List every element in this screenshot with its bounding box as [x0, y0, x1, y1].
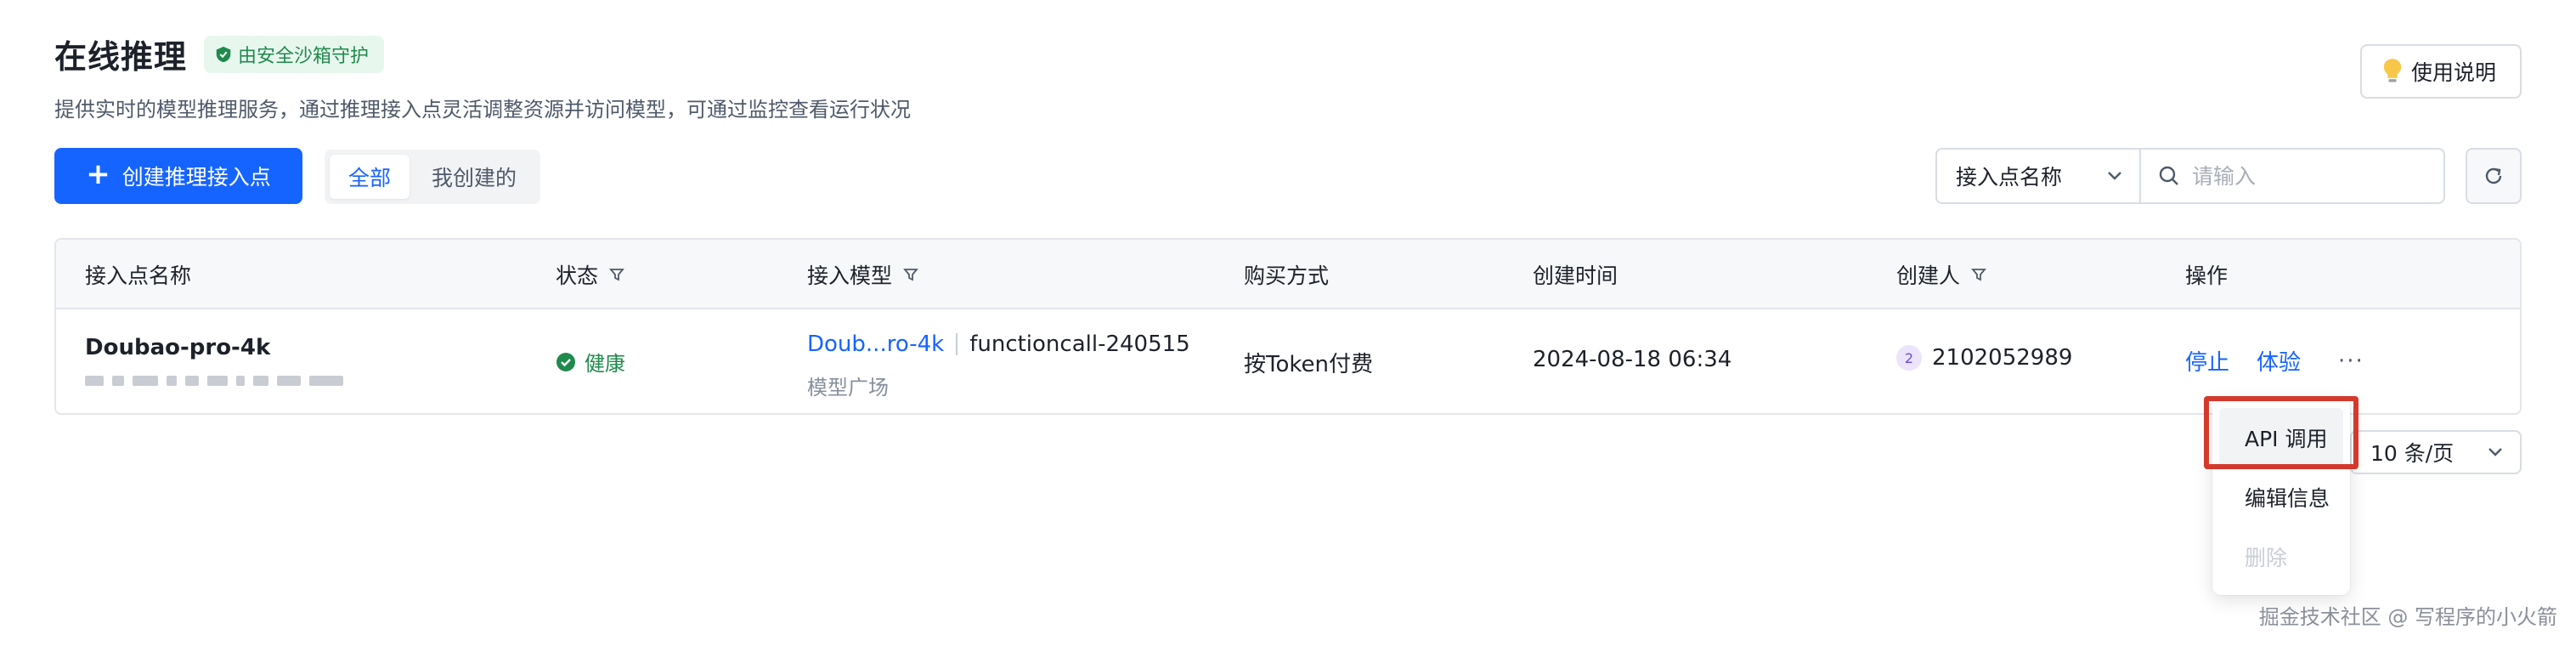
column-header-label: 创建人	[1896, 264, 1961, 288]
page-size-select[interactable]: 10 条/页	[2350, 430, 2522, 474]
menu-item-edit-info[interactable]: 编辑信息	[2219, 468, 2343, 527]
column-header-label: 状态	[556, 264, 599, 288]
scope-tabs: 全部 我创建的	[325, 150, 541, 204]
column-header-actions: 操作	[2185, 240, 2228, 309]
filter-field-value: 接入点名称	[1956, 165, 2063, 190]
column-header-purchase: 购买方式	[1244, 240, 1329, 309]
tab-all[interactable]: 全部	[330, 155, 410, 199]
model-source: 模型广场	[807, 376, 889, 400]
menu-item-delete: 删除	[2245, 546, 2288, 570]
check-circle-icon	[556, 352, 575, 371]
column-header-label: 接入点名称	[85, 264, 192, 288]
model-version: functioncall-240515	[969, 332, 1190, 357]
sandbox-badge: 由安全沙箱守护	[204, 35, 385, 73]
endpoint-id-redacted	[85, 374, 374, 388]
model-line: Doub...ro-4k functioncall-240515	[807, 332, 1190, 357]
shield-icon	[216, 46, 231, 62]
filter-icon[interactable]	[902, 266, 919, 283]
chevron-down-icon	[2108, 172, 2121, 180]
column-header-label: 购买方式	[1244, 264, 1330, 288]
more-actions-menu: API 调用 编辑信息 删除	[2212, 398, 2350, 595]
table-row: Doubao-pro-4k 健康 Doub...ro-4k functionca…	[56, 309, 2520, 413]
column-header-creator: 创建人	[1896, 240, 1987, 309]
filter-icon[interactable]	[1970, 266, 1987, 283]
model-link[interactable]: Doub...ro-4k	[807, 332, 944, 357]
filter-field-select[interactable]: 接入点名称	[1937, 150, 2141, 202]
create-endpoint-label: 创建推理接入点	[121, 165, 271, 190]
title-row: 在线推理 由安全沙箱守护	[54, 31, 911, 77]
column-header-label: 接入模型	[807, 264, 893, 288]
page-size-value: 10 条/页	[2370, 441, 2455, 466]
help-button[interactable]: 使用说明	[2359, 44, 2522, 99]
help-button-label: 使用说明	[2410, 60, 2496, 85]
column-header-label: 创建时间	[1533, 264, 1618, 288]
row-actions: 停止 体验 ···	[2185, 345, 2364, 377]
stop-button[interactable]: 停止	[2185, 345, 2229, 377]
avatar: 2	[1896, 345, 1922, 371]
lightbulb-icon	[2383, 59, 2402, 82]
column-header-status: 状态	[556, 240, 625, 309]
refresh-button[interactable]	[2466, 148, 2522, 204]
create-endpoint-button[interactable]: + 创建推理接入点	[54, 148, 302, 204]
search-input[interactable]	[2192, 163, 2413, 189]
page-header: 在线推理 由安全沙箱守护 提供实时的模型推理服务，通过推理接入点灵活调整资源并访…	[54, 31, 911, 122]
try-button[interactable]: 体验	[2257, 345, 2301, 377]
column-header-created: 创建时间	[1533, 240, 1618, 309]
menu-item-api-call[interactable]: API 调用	[2219, 408, 2343, 468]
endpoint-name[interactable]: Doubao-pro-4k	[85, 335, 270, 360]
search-field	[2141, 150, 2443, 202]
search-group: 接入点名称	[1935, 148, 2445, 204]
status-badge: 健康	[556, 347, 625, 377]
endpoint-table: 接入点名称 状态 接入模型 购买方式 创建时间 创建人 操作 Doubao-pr…	[54, 238, 2522, 415]
more-actions-icon[interactable]: ···	[2338, 348, 2364, 374]
table-header: 接入点名称 状态 接入模型 购买方式 创建时间 创建人 操作	[56, 240, 2520, 309]
purchase-method: 按Token付费	[1244, 352, 1373, 377]
column-header-label: 操作	[2185, 264, 2229, 288]
filter-icon[interactable]	[608, 266, 625, 283]
page-title: 在线推理	[54, 38, 188, 76]
tab-mine[interactable]: 我创建的	[413, 155, 535, 199]
status-label: 健康	[585, 352, 625, 376]
toolbar: + 创建推理接入点 全部 我创建的 接入点名称	[54, 148, 2522, 204]
plus-icon: +	[86, 157, 110, 191]
creator-id: 2102052989	[1932, 345, 2073, 371]
search-icon	[2159, 166, 2178, 185]
sandbox-badge-label: 由安全沙箱守护	[238, 45, 370, 67]
divider	[956, 333, 958, 355]
page-subtitle: 提供实时的模型推理服务，通过推理接入点灵活调整资源并访问模型，可通过监控查看运行…	[54, 98, 911, 122]
watermark: 掘金技术社区 @ 写程序的小火箭	[2258, 605, 2557, 629]
created-time: 2024-08-18 06:34	[1533, 347, 1732, 372]
column-header-name: 接入点名称	[85, 240, 191, 309]
refresh-icon	[2485, 167, 2502, 184]
creator: 2 2102052989	[1896, 345, 2072, 371]
column-header-model: 接入模型	[807, 240, 919, 309]
chevron-down-icon	[2488, 448, 2502, 456]
